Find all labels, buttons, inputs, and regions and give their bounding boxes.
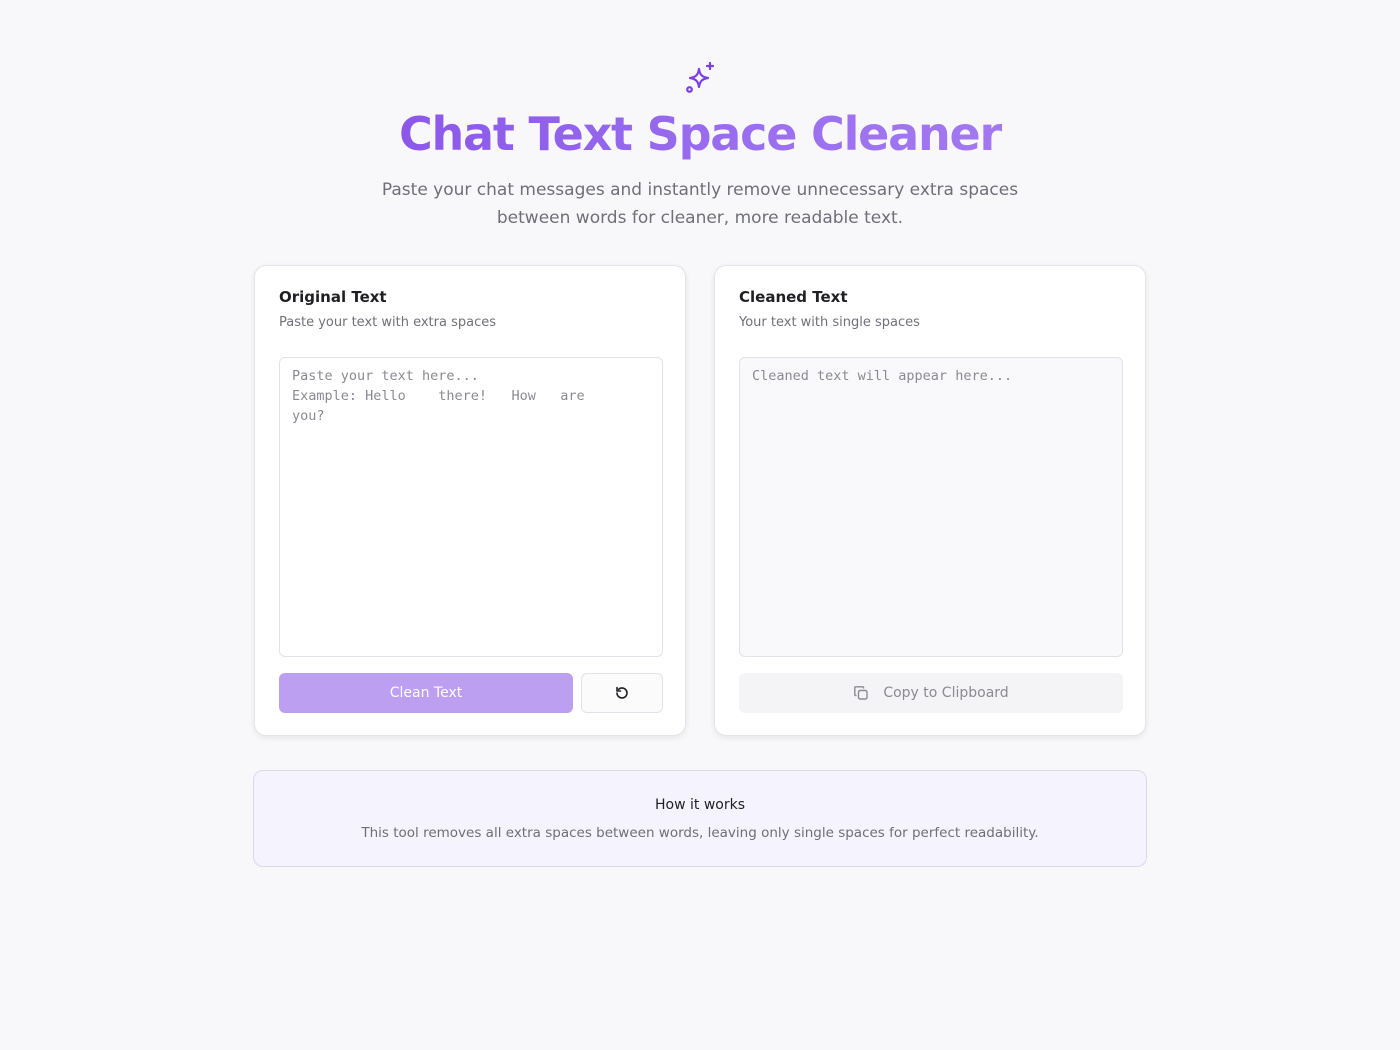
cleaned-text-output[interactable]: Cleaned text will appear here... (739, 357, 1123, 657)
cleaned-text-card: Cleaned Text Your text with single space… (714, 265, 1146, 736)
page-subtitle: Paste your chat messages and instantly r… (381, 180, 1019, 228)
original-card-title: Original Text (279, 288, 387, 306)
clean-text-button[interactable]: Clean Text (279, 673, 573, 713)
original-card-description: Paste your text with extra spaces (279, 315, 497, 330)
copy-icon (853, 685, 869, 701)
sparkles-icon (682, 60, 718, 96)
rotate-ccw-icon (614, 685, 630, 701)
reset-button[interactable] (581, 673, 663, 713)
original-text-input[interactable]: Paste your text here... Example: Hello t… (279, 357, 663, 657)
copy-to-clipboard-button[interactable]: Copy to Clipboard (739, 673, 1123, 713)
page-title: Chat Text Space Cleaner (0, 106, 1400, 162)
header: Chat Text Space Cleaner Paste your chat … (0, 60, 1400, 232)
page: Chat Text Space Cleaner Paste your chat … (0, 0, 1400, 1050)
cleaned-card-title: Cleaned Text (739, 288, 848, 306)
original-text-card: Original Text Paste your text with extra… (254, 265, 686, 736)
how-it-works-panel: How it works This tool removes all extra… (253, 770, 1147, 867)
how-it-works-text: This tool removes all extra spaces betwe… (361, 825, 1039, 841)
cleaned-card-description: Your text with single spaces (739, 315, 920, 330)
how-it-works-title: How it works (655, 797, 745, 813)
copy-button-label: Copy to Clipboard (883, 685, 1009, 701)
